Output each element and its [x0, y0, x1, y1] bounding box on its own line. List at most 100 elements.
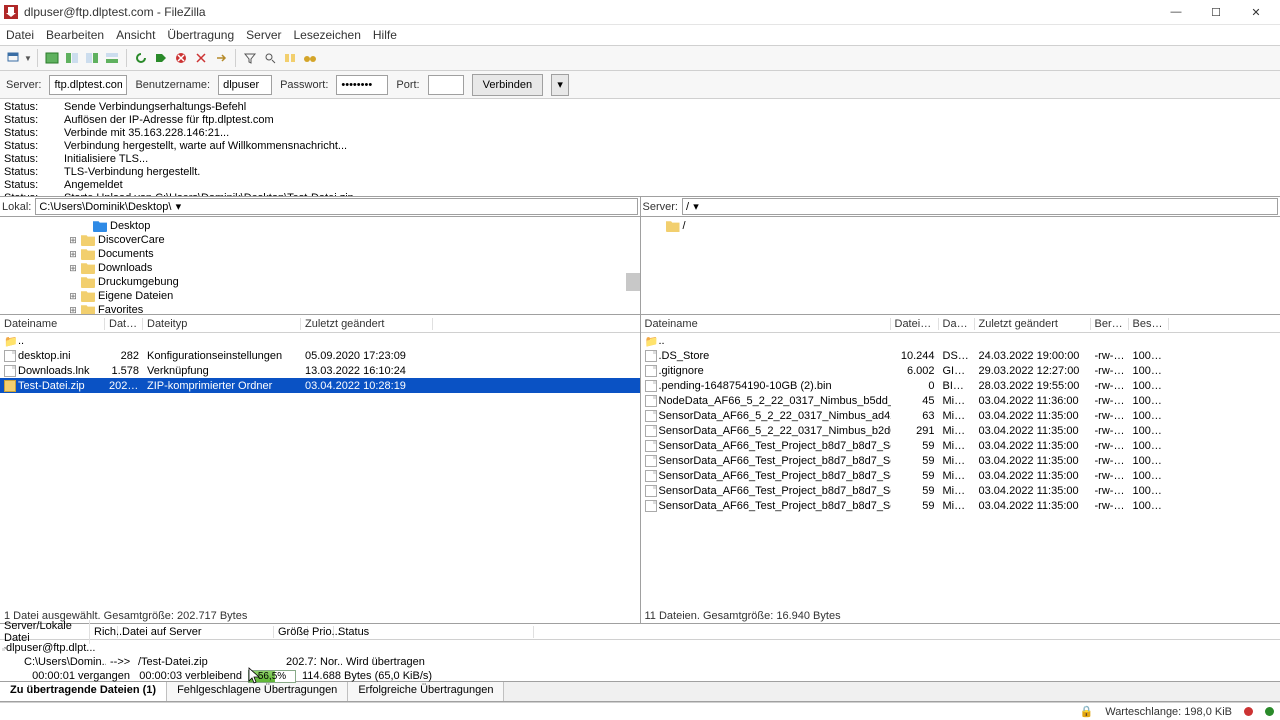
list-item[interactable]: 📁..	[0, 333, 640, 348]
local-path-label: Lokal:	[2, 201, 31, 213]
progress-bar: 56,5%	[248, 670, 296, 683]
toggle-log-button[interactable]	[43, 49, 61, 67]
column-header[interactable]: Zuletzt geändert	[975, 318, 1091, 330]
port-label: Port:	[396, 79, 419, 91]
toggle-remote-tree-button[interactable]	[83, 49, 101, 67]
column-header[interactable]: Rich...	[90, 626, 118, 638]
sitemanager-button[interactable]	[4, 49, 22, 67]
folder-icon	[666, 220, 680, 232]
maximize-button[interactable]: ☐	[1196, 0, 1236, 24]
binoc-button[interactable]	[301, 49, 319, 67]
tree-item[interactable]: ⊞DiscoverCare	[0, 233, 640, 247]
column-header[interactable]: Dateityp	[143, 318, 301, 330]
list-item[interactable]: SensorData_AF66_5_2_22_0317_Nimbus_ad42_…	[641, 408, 1280, 423]
queue-file-row[interactable]: C:\Users\Domin... -->> /Test-Datei.zip 2…	[4, 655, 1276, 669]
queue-status: Wird übertragen	[342, 656, 429, 669]
queue-priority: Nor...	[316, 656, 342, 669]
process-queue-button[interactable]	[152, 49, 170, 67]
menu-lesezeichen[interactable]: Lesezeichen	[293, 28, 360, 42]
list-item[interactable]: .pending-1648754190-10GB (2).bin0BIN-D..…	[641, 378, 1280, 393]
column-header[interactable]: Datei auf Server	[118, 626, 274, 638]
filter-button[interactable]	[241, 49, 259, 67]
column-header[interactable]: Dateiname	[0, 318, 105, 330]
column-header[interactable]: Status	[334, 626, 534, 638]
tree-item[interactable]: ⊞Eigene Dateien	[0, 289, 640, 303]
tree-label: /	[683, 219, 686, 233]
column-header[interactable]: Berech...	[1091, 318, 1129, 330]
tree-item[interactable]: ⊞Downloads	[0, 261, 640, 275]
column-header[interactable]: Größe	[274, 626, 308, 638]
local-filelist[interactable]: DateinameDateig...DateitypZuletzt geände…	[0, 315, 640, 608]
local-tree[interactable]: Desktop⊞DiscoverCare⊞Documents⊞Downloads…	[0, 217, 640, 315]
reconnect-button[interactable]	[212, 49, 230, 67]
list-item[interactable]: SensorData_AF66_5_2_22_0317_Nimbus_b2d0_…	[641, 423, 1280, 438]
file-icon	[645, 500, 657, 512]
file-icon	[4, 365, 16, 377]
column-header[interactable]: Prio...	[308, 626, 334, 638]
menu-hilfe[interactable]: Hilfe	[373, 28, 397, 42]
toggle-queue-button[interactable]	[103, 49, 121, 67]
list-item[interactable]: SensorData_AF66_Test_Project_b8d7_b8d7_S…	[641, 453, 1280, 468]
port-input[interactable]	[428, 75, 464, 95]
remote-path-input[interactable]: /▾	[682, 198, 1278, 215]
quickconnect-bar: Server: Benutzername: Passwort: Port: Ve…	[0, 71, 1280, 99]
list-item[interactable]: .gitignore6.002GITIG...29.03.2022 12:27:…	[641, 363, 1280, 378]
refresh-button[interactable]	[132, 49, 150, 67]
tree-item[interactable]: ⊞Favorites	[0, 303, 640, 315]
list-item[interactable]: SensorData_AF66_Test_Project_b8d7_b8d7_S…	[641, 468, 1280, 483]
menu-uebertragung[interactable]: Übertragung	[167, 28, 234, 42]
tree-item[interactable]: Desktop	[0, 219, 640, 233]
column-header[interactable]: Zuletzt geändert	[301, 318, 433, 330]
column-header[interactable]: Besitz...	[1129, 318, 1169, 330]
toggle-local-tree-button[interactable]	[63, 49, 81, 67]
list-item[interactable]: desktop.ini282Konfigurationseinstellunge…	[0, 348, 640, 363]
list-item[interactable]: Downloads.lnk1.578Verknüpfung13.03.2022 …	[0, 363, 640, 378]
menu-ansicht[interactable]: Ansicht	[116, 28, 155, 42]
tree-label: Downloads	[98, 261, 152, 275]
server-input[interactable]	[49, 75, 127, 95]
remote-tree[interactable]: /	[641, 217, 1280, 315]
tree-item[interactable]: Druckumgebung	[0, 275, 640, 289]
pass-input[interactable]	[336, 75, 388, 95]
tree-item[interactable]: /	[641, 219, 1280, 233]
column-header[interactable]: Dateigröße	[891, 318, 939, 330]
queue-direction: -->>	[106, 656, 134, 669]
transfer-queue[interactable]: Server/Lokale DateiRich...Datei auf Serv…	[0, 624, 1280, 682]
remote-filelist[interactable]: DateinameDateigrößeDateit...Zuletzt geän…	[641, 315, 1280, 608]
column-header[interactable]: Dateit...	[939, 318, 975, 330]
scrollbar-thumb[interactable]	[626, 273, 640, 291]
tree-label: Desktop	[110, 219, 150, 233]
statusbar: 🔒 Warteschlange: 198,0 KiB	[0, 702, 1280, 720]
tab-failed[interactable]: Fehlgeschlagene Übertragungen	[167, 682, 348, 701]
search-button[interactable]	[261, 49, 279, 67]
compare-button[interactable]	[281, 49, 299, 67]
close-button[interactable]: ✕	[1236, 0, 1276, 24]
tree-item[interactable]: ⊞Documents	[0, 247, 640, 261]
list-item[interactable]: NodeData_AF66_5_2_22_0317_Nimbus_b5dd_b5…	[641, 393, 1280, 408]
list-item[interactable]: SensorData_AF66_Test_Project_b8d7_b8d7_S…	[641, 498, 1280, 513]
list-item[interactable]: SensorData_AF66_Test_Project_b8d7_b8d7_S…	[641, 438, 1280, 453]
queue-server-row[interactable]: dlpuser@ftp.dlpt...	[4, 641, 1276, 655]
menu-bearbeiten[interactable]: Bearbeiten	[46, 28, 104, 42]
message-log[interactable]: Status:Sende Verbindungserhaltungs-Befeh…	[0, 99, 1280, 197]
column-header[interactable]: Dateiname	[641, 318, 891, 330]
tab-pending[interactable]: Zu übertragende Dateien (1)	[0, 682, 167, 701]
column-header[interactable]: Dateig...	[105, 318, 143, 330]
list-item[interactable]: .DS_Store10.244DS_ST...24.03.2022 19:00:…	[641, 348, 1280, 363]
connect-dropdown[interactable]: ▾	[551, 74, 569, 96]
menu-server[interactable]: Server	[246, 28, 281, 42]
list-item[interactable]: Test-Datei.zip202.717ZIP-komprimierter O…	[0, 378, 640, 393]
disconnect-button[interactable]	[192, 49, 210, 67]
connect-button[interactable]: Verbinden	[472, 74, 544, 96]
minimize-button[interactable]: —	[1156, 0, 1196, 24]
tab-success[interactable]: Erfolgreiche Übertragungen	[348, 682, 504, 701]
user-input[interactable]	[218, 75, 272, 95]
file-icon	[4, 350, 16, 362]
local-path-input[interactable]: C:\Users\Dominik\Desktop\▾	[35, 198, 637, 215]
folder-icon	[81, 248, 95, 260]
cancel-button[interactable]	[172, 49, 190, 67]
tree-label: DiscoverCare	[98, 233, 165, 247]
list-item[interactable]: SensorData_AF66_Test_Project_b8d7_b8d7_S…	[641, 483, 1280, 498]
list-item[interactable]: 📁..	[641, 333, 1280, 348]
menu-datei[interactable]: Datei	[6, 28, 34, 42]
